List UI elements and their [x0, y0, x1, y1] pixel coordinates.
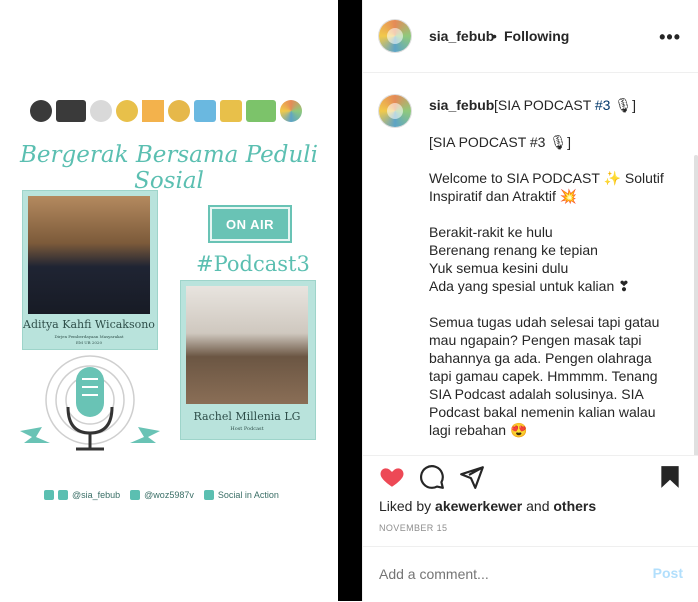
line-icon — [130, 490, 141, 500]
post-media[interactable]: Bergerak Bersama Peduli Sosial Aditya Ka… — [0, 0, 338, 601]
avatar[interactable] — [379, 20, 411, 52]
share-icon[interactable] — [459, 464, 485, 490]
host-photo — [186, 286, 308, 404]
media-social-footer: @sia_febub @woz5987v Social in Action — [44, 490, 304, 500]
microphone-graphic — [20, 345, 160, 465]
instagram-icon — [44, 490, 54, 500]
caption-first-line-start: [SIA PODCAST — [494, 97, 595, 113]
comment-input[interactable] — [379, 566, 629, 582]
post-comment-button[interactable]: Post — [653, 565, 683, 581]
logo — [116, 100, 138, 122]
liked-by-text: Liked by akewerkewer and others — [379, 498, 596, 514]
more-options-icon[interactable]: ••• — [659, 27, 681, 48]
logo — [246, 100, 276, 122]
liked-user-link[interactable]: akewerkewer — [435, 498, 522, 514]
logo — [194, 100, 216, 122]
liked-prefix: Liked by — [379, 498, 436, 514]
media-headline: Bergerak Bersama Peduli Sosial — [20, 142, 318, 194]
caption-text: [SIA PODCAST #3 🎙] Welcome to SIA PODCAS… — [429, 134, 664, 438]
heart-filled-icon[interactable] — [379, 464, 405, 490]
host-role: Host Podcast — [230, 426, 264, 432]
post-actions — [363, 455, 698, 500]
podcast-hashtag: #Podcast3 — [196, 252, 310, 276]
logo — [90, 100, 112, 122]
logo — [56, 100, 86, 122]
logo — [280, 100, 302, 122]
logo — [142, 100, 164, 122]
header-separator: • — [492, 28, 497, 44]
guest-role: Dirjen Pemberdayaan Masyarakat — [54, 334, 124, 339]
caption-first-line-end: 🎙] — [610, 97, 637, 113]
caption-area: sia_febub [SIA PODCAST #3 🎙] [SIA PODCAS… — [363, 73, 698, 455]
liked-middle: and — [522, 498, 554, 514]
guest-name: Aditya Kahfi Wicaksono — [23, 318, 155, 331]
caption-username[interactable]: sia_febub — [429, 97, 494, 113]
comment-icon[interactable] — [419, 464, 445, 490]
caption-scrollbar[interactable] — [693, 155, 698, 455]
post-date[interactable]: NOVEMBER 15 — [379, 523, 447, 533]
logo — [168, 100, 190, 122]
sponsor-logos — [30, 98, 310, 124]
guest-photo — [28, 196, 150, 314]
logo — [30, 100, 52, 122]
linkedin-icon — [203, 490, 214, 500]
line-id: @woz5987v — [144, 490, 194, 500]
bookmark-filled-icon[interactable] — [657, 464, 683, 490]
liked-others-link[interactable]: others — [553, 498, 596, 514]
caption-first-line: [SIA PODCAST #3 🎙] — [494, 97, 636, 114]
post-header: sia_febub • Following ••• — [363, 0, 698, 73]
social-handle: @sia_febub — [72, 490, 121, 500]
comment-bar: Post — [363, 546, 698, 602]
linkedin-name: Social in Action — [217, 490, 279, 500]
host-name: Rachel Millenia LG — [193, 410, 301, 423]
following-button[interactable]: Following — [504, 28, 569, 44]
panel-divider — [338, 0, 362, 601]
on-air-badge: ON AIR — [208, 205, 292, 243]
header-username[interactable]: sia_febub — [429, 28, 494, 44]
post-side-panel: sia_febub • Following ••• sia_febub [SIA… — [362, 0, 698, 601]
caption-hashtag-link[interactable]: #3 — [595, 97, 611, 113]
twitter-icon — [58, 490, 68, 500]
logo — [220, 100, 242, 122]
caption-avatar[interactable] — [379, 95, 411, 127]
